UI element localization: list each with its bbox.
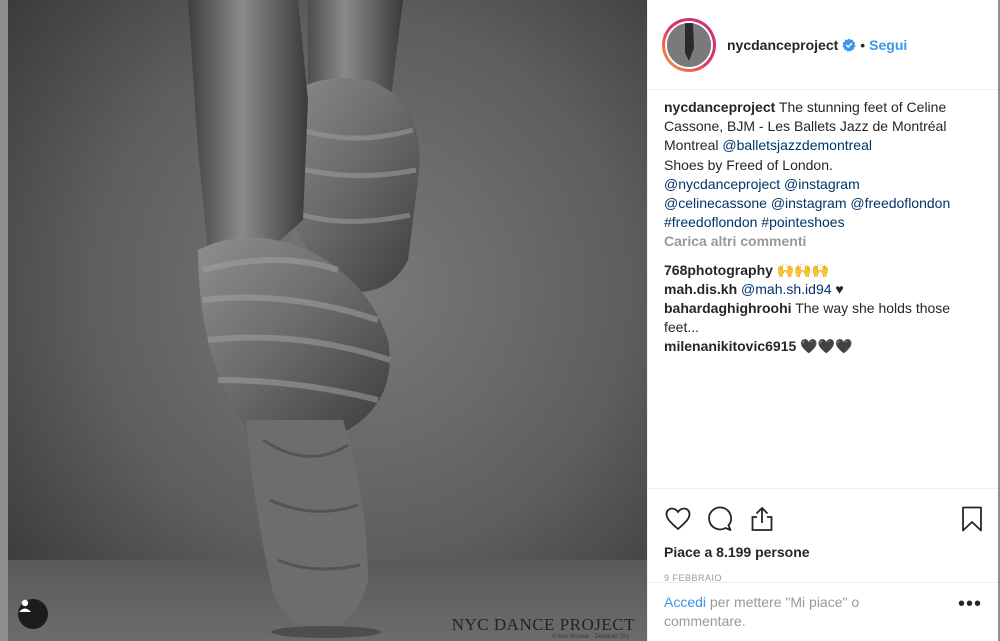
caption-mention[interactable]: @balletsjazzdemontreal [722,137,872,153]
comment-username[interactable]: 768photography [664,262,773,278]
comment-text: 🖤🖤🖤 [796,338,853,355]
ballet-feet-image [8,0,647,641]
separator-dot: • [860,36,866,53]
follow-button[interactable]: Segui [869,37,907,53]
caption-tags-1[interactable]: @nycdanceproject @instagram [664,176,860,192]
login-prompt: Accedi per mettere "Mi piace" o commenta… [648,582,998,631]
list-item: milenanikitovic6915 🖤🖤🖤 [664,337,984,356]
caption-line2: Shoes by Freed of London. [664,156,833,173]
post-side-panel: nycdanceproject • Segui nycdanceproject … [647,0,998,641]
comments-list: nycdanceproject The stunning feet of Cel… [648,90,998,357]
caption-username[interactable]: nycdanceproject [664,99,775,115]
list-item: bahardaghighroohi The way she holds thos… [664,299,984,337]
photo-watermark: NYC DANCE PROJECT [451,615,635,634]
bookmark-icon[interactable] [958,505,986,533]
caption-tags-2[interactable]: @celinecassone @instagram @freedoflondon [664,195,950,211]
list-item: mah.dis.kh @mah.sh.id94 ♥ [664,280,984,299]
post-header: nycdanceproject • Segui [648,0,998,90]
likes-count[interactable]: Piace a 8.199 persone [664,544,982,560]
comment-username[interactable]: milenanikitovic6915 [664,338,796,354]
comment-username[interactable]: mah.dis.kh [664,281,737,297]
post-photo[interactable]: NYC DANCE PROJECT © Ken Browar · Deborah… [8,0,647,641]
caption-tags-3[interactable]: #freedoflondon #pointeshoes [664,214,845,230]
photo-watermark-credit: © Ken Browar · Deborah Ory [551,634,629,640]
post-actions: Piace a 8.199 persone 9 FEBBRAIO [648,488,998,583]
comment-mention[interactable]: @mah.sh.id94 [737,281,832,297]
comment-text: ♥ [831,280,844,297]
more-options-icon[interactable]: ••• [958,594,982,631]
post-modal: NYC DANCE PROJECT © Ken Browar · Deborah… [8,0,998,641]
user-icon[interactable] [18,599,48,629]
post-caption: nycdanceproject The stunning feet of Cel… [664,98,984,232]
heart-icon[interactable] [664,505,692,533]
comment-username[interactable]: bahardaghighroohi [664,300,792,316]
verified-badge-icon [842,38,856,52]
list-item: 768photography 🙌🙌🙌 [664,261,984,280]
share-icon[interactable] [748,505,776,533]
username[interactable]: nycdanceproject [727,37,838,53]
comment-icon[interactable] [706,505,734,533]
action-icons [664,495,982,543]
login-text: Accedi per mettere "Mi piace" o commenta… [664,593,944,631]
login-link[interactable]: Accedi [664,594,706,610]
avatar[interactable] [662,17,716,72]
load-more-comments-button[interactable]: Carica altri commenti [664,232,984,251]
comment-text: 🙌🙌🙌 [772,261,830,278]
